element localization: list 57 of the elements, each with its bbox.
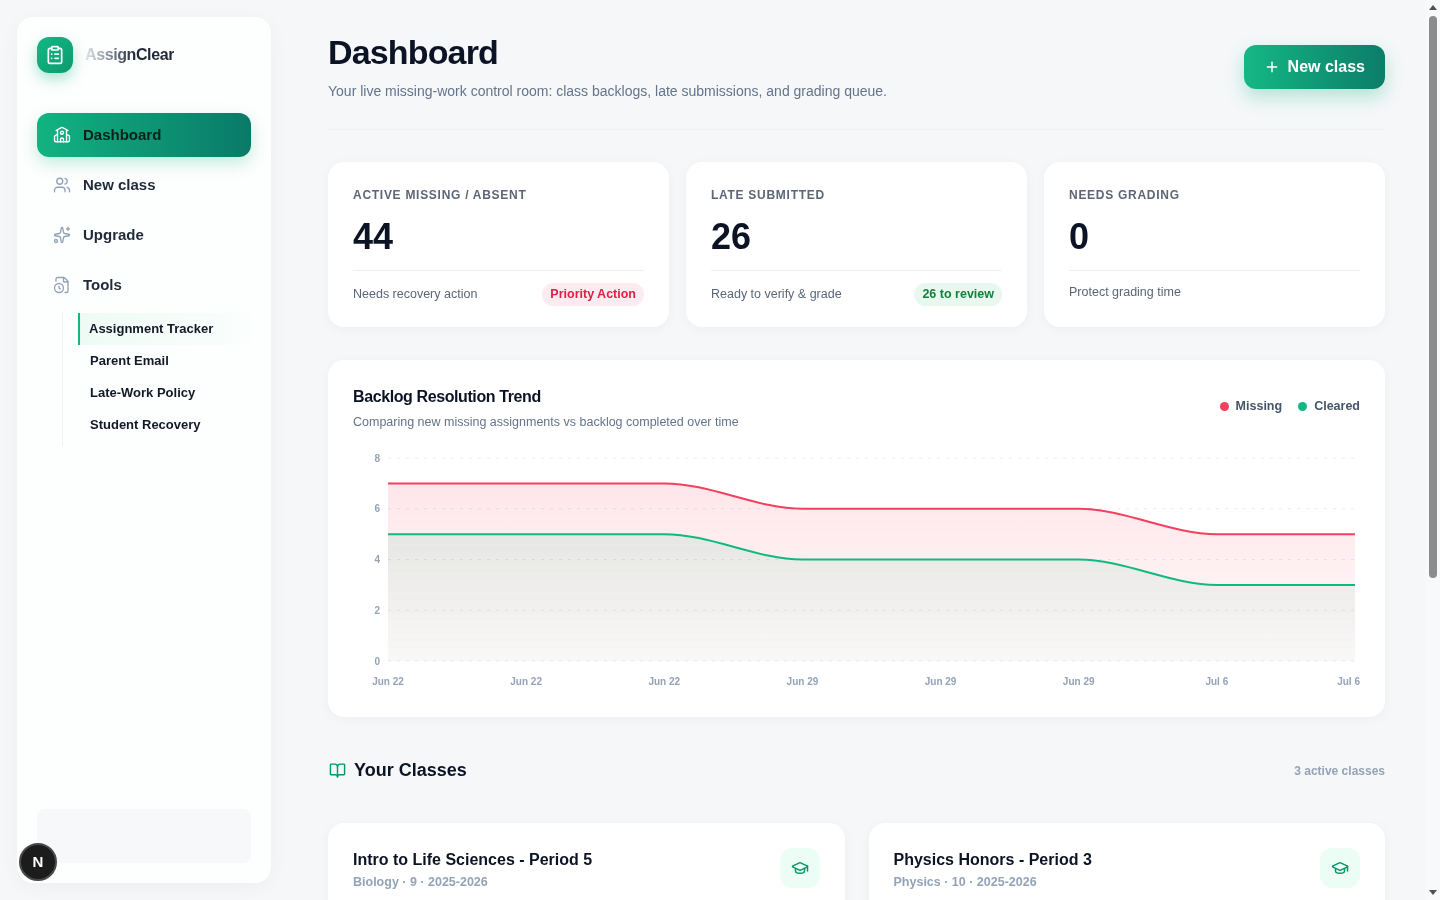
stat-value: 26: [711, 215, 753, 259]
axis-label: Jul 6: [1205, 675, 1229, 687]
sparkles-icon: [53, 226, 71, 244]
chart-subtitle: Comparing new missing assignments vs backlog completed over time: [353, 414, 739, 431]
class-name: Intro to Life Sciences - Period 5: [353, 850, 593, 870]
nav-item[interactable]: Dashboard: [37, 113, 251, 157]
stat-note: Protect grading time: [1069, 284, 1181, 301]
stat-value: 44: [353, 215, 395, 259]
stat-note: Ready to verify & grade: [711, 286, 842, 303]
axis-label: Jun 29: [924, 675, 957, 687]
section-title: Your Classes: [354, 759, 467, 782]
class-meta: Physics · 10 · 2025-2026: [893, 874, 1038, 891]
school-icon: [53, 126, 71, 144]
scroll-down-icon[interactable]: [1428, 890, 1437, 895]
axis-label: Jun 22: [648, 675, 681, 687]
class-name: Physics Honors - Period 3: [893, 850, 1092, 870]
users-icon: [53, 176, 71, 194]
stat-label: LATE SUBMITTED: [711, 187, 826, 204]
class-meta: Biology · 9 · 2025-2026: [353, 874, 489, 891]
scrollbar-thumb[interactable]: [1428, 16, 1437, 578]
page-subtitle: Your live missing-work control room: class backlogs, late submissions, and grading queue.: [328, 82, 887, 101]
axis-label: Jun 22: [372, 675, 404, 687]
axis-label: 8: [374, 452, 380, 464]
sub-nav-item[interactable]: Student Recovery: [78, 409, 251, 441]
axis-label: Jun 22: [510, 675, 542, 687]
class-card[interactable]: Physics Honors - Period 3 Physics · 10 · 2025-2026: [868, 823, 1385, 900]
stat-value: 0: [1069, 215, 1091, 259]
page-title: Dashboard: [328, 32, 499, 72]
nav-item[interactable]: Tools: [37, 263, 251, 307]
sub-nav-item[interactable]: Parent Email: [78, 345, 251, 377]
legend-label: Missing: [1235, 398, 1283, 415]
axis-label: 2: [374, 604, 380, 616]
stat-note: Needs recovery action: [353, 286, 478, 303]
nav-item[interactable]: Upgrade: [37, 213, 251, 257]
status-badge: Priority Action: [542, 283, 644, 306]
axis-label: Jul 6: [1337, 675, 1360, 687]
graduation-cap-icon: [779, 848, 820, 888]
status-badge: 26 to review: [914, 283, 1002, 306]
sub-nav-item[interactable]: Late-Work Policy: [78, 377, 251, 409]
new-class-button[interactable]: New class: [1243, 45, 1385, 89]
axis-label: Jun 29: [786, 675, 819, 687]
class-count: 3 active classes: [1294, 762, 1385, 780]
legend-label: Cleared: [1314, 398, 1360, 415]
clipboard-logo-icon: [37, 37, 73, 73]
graduation-cap-icon: [1320, 848, 1360, 888]
axis-label: 0: [374, 655, 380, 667]
axis-label: Jun 29: [1062, 675, 1095, 687]
chart-title: Backlog Resolution Trend: [353, 387, 542, 407]
file-clock-icon: [53, 276, 71, 294]
book-icon: [329, 762, 346, 779]
scroll-up-icon[interactable]: [1428, 5, 1437, 10]
axis-label: 4: [374, 553, 380, 565]
stat-label: ACTIVE MISSING / ABSENT: [353, 187, 528, 204]
axis-label: 6: [374, 503, 380, 514]
class-card[interactable]: Intro to Life Sciences - Period 5 Biology · 9 · 2025-2026: [328, 823, 845, 900]
nav-item[interactable]: New class: [37, 163, 251, 207]
stat-label: NEEDS GRADING: [1069, 187, 1181, 204]
